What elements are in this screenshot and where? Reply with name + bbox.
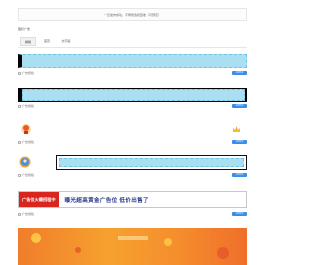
ad-meta-label: 广告规格 [22, 140, 35, 144]
festive-pattern [31, 233, 229, 259]
ad-slot-1: 广告规格 立即购买 [18, 54, 247, 79]
ad-meta: 广告规格 [18, 173, 34, 177]
promo-left-text: 广告位火爆招租中 [19, 192, 59, 207]
ad-meta: 广告规格 [18, 71, 34, 75]
ad-banner-inner [59, 158, 244, 167]
promo-right-text: 曝光超高黄金广告位 低价出售了 [64, 197, 149, 204]
ad-banner-image[interactable] [18, 88, 247, 102]
ad-type-tabs: 横幅 首页 文字链 [18, 35, 247, 48]
crown-icon [233, 126, 240, 132]
ad-meta: 广告规格 [18, 104, 34, 108]
checkbox-icon[interactable] [18, 104, 21, 108]
promo-banner[interactable]: 广告位火爆招租中 曝光超高黄金广告位 低价出售了 [18, 191, 247, 208]
ad-slot-6 [18, 228, 247, 265]
tab-banner[interactable]: 横幅 [20, 37, 36, 46]
mascot-icon [21, 124, 31, 134]
checkbox-icon[interactable] [18, 140, 21, 144]
buy-button[interactable]: 立即购买 [232, 140, 247, 144]
buy-button[interactable]: 立即购买 [232, 173, 247, 177]
notice-bar: 一旦发布成功，不再修改和回收（可预定） [18, 8, 247, 21]
ad-banner-image[interactable] [18, 122, 247, 136]
ad-slot-3: 广告规格 立即购买 [18, 122, 247, 148]
ad-banner-image[interactable] [18, 228, 247, 265]
buy-button[interactable]: 立即购买 [232, 104, 247, 108]
ad-banner-inner [22, 89, 245, 101]
ad-slot-5: 广告位火爆招租中 曝光超高黄金广告位 低价出售了 广告规格 立即购买 [18, 191, 247, 219]
checkbox-icon[interactable] [18, 173, 21, 177]
ad-slot-2: 广告规格 立即购买 [18, 88, 247, 112]
ad-meta-label: 广告规格 [22, 71, 35, 75]
ad-meta-label: 广告规格 [22, 104, 35, 108]
ad-meta-label: 广告规格 [22, 173, 35, 177]
ad-banner-image[interactable] [18, 54, 247, 68]
checkbox-icon[interactable] [18, 212, 21, 216]
ad-meta-label: 广告规格 [22, 212, 35, 216]
section-label: 图标广告 [18, 27, 31, 31]
buy-button[interactable]: 立即购买 [232, 71, 247, 75]
tab-home[interactable]: 首页 [39, 37, 55, 46]
ad-slot-4: 广告规格 立即购买 [18, 154, 247, 180]
ad-banner-image[interactable] [56, 155, 247, 170]
tab-text-link[interactable]: 文字链 [58, 37, 74, 46]
ad-meta: 广告规格 [18, 212, 34, 216]
buy-button[interactable]: 立即购买 [232, 212, 247, 216]
ad-meta: 广告规格 [18, 140, 34, 144]
avatar [19, 156, 31, 168]
checkbox-icon[interactable] [18, 71, 21, 75]
